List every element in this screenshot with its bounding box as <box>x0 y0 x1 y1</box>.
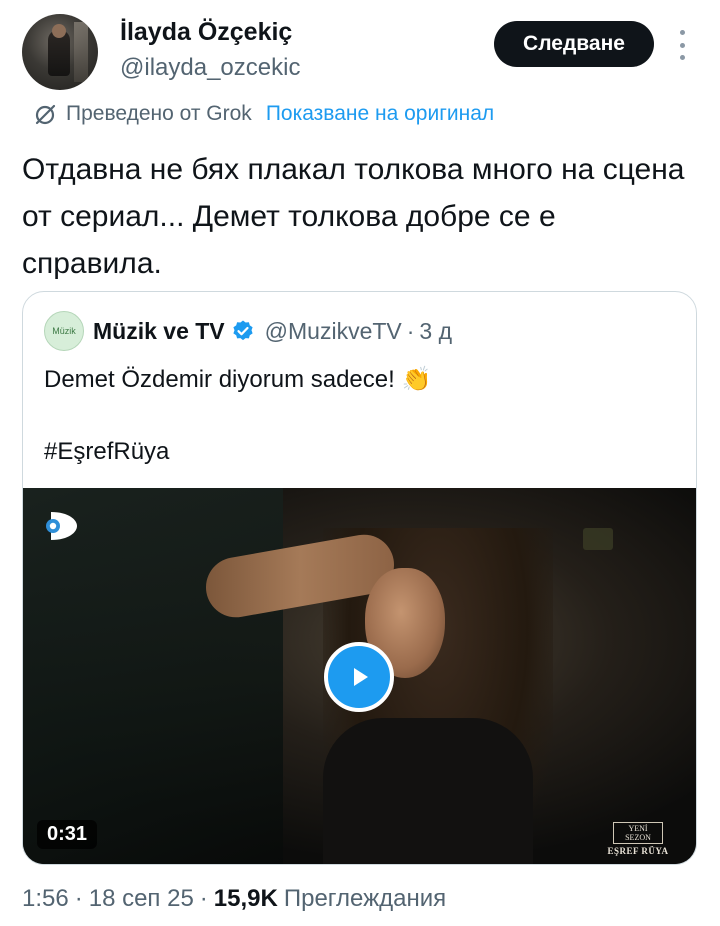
views-count[interactable]: 15,9K <box>214 885 278 913</box>
meta-separator: · <box>74 885 83 912</box>
follow-button[interactable]: Следване <box>494 21 654 67</box>
show-badge-line1: YENİ SEZON <box>613 822 663 844</box>
show-badge-line2: EŞREF RÜYA <box>607 846 669 856</box>
quoted-avatar[interactable]: Müzik <box>44 311 84 351</box>
quoted-handle[interactable]: @MuzikveTV <box>265 318 402 345</box>
quoted-time[interactable]: 3 д <box>419 318 452 345</box>
tweet-time[interactable]: 1:56 <box>22 885 69 913</box>
tweet-date[interactable]: 18 сеп 25 <box>89 885 194 913</box>
vertical-dots-icon[interactable] <box>676 30 688 60</box>
show-original-link[interactable]: Показване на оригинал <box>266 102 494 126</box>
tweet-page: İlayda Özçekiç @ilayda_ozcekic Следване … <box>0 0 720 926</box>
video-frame-window <box>23 488 283 864</box>
translation-row: Преведено от Grok Показване на оригинал <box>34 100 494 128</box>
quoted-avatar-label: Müzik <box>52 326 76 336</box>
channel-logo-icon <box>46 512 77 540</box>
quoted-header: Müzik ve TV @MuzikveTV · 3 д <box>93 316 452 346</box>
tweet-text: Отдавна не бях плакал толкова много на с… <box>22 153 693 280</box>
video-duration: 0:31 <box>37 820 98 849</box>
meta-separator: · <box>199 885 208 912</box>
author-display-name[interactable]: İlayda Özçekiç <box>120 18 292 47</box>
quoted-text-line: Demet Özdemir diyorum sadece! 👏 <box>44 362 664 398</box>
quoted-text: Demet Özdemir diyorum sadece! 👏 #EşrefRü… <box>44 362 664 470</box>
quoted-separator: · <box>406 317 415 344</box>
quoted-line1: Demet Özdemir diyorum sadece! <box>44 366 395 393</box>
avatar-background <box>74 22 88 82</box>
quoted-tweet-card[interactable]: Müzik Müzik ve TV @MuzikveTV · 3 д Demet… <box>22 291 697 865</box>
translated-by-label: Преведено от Grok <box>66 102 252 125</box>
verified-badge-icon <box>233 320 253 341</box>
quoted-display-name[interactable]: Müzik ve TV <box>93 318 225 345</box>
quoted-hashtag[interactable]: #EşrefRüya <box>44 434 664 470</box>
tweet-meta: 1:56 · 18 сеп 25 · 15,9K Преглеждания <box>22 882 446 916</box>
play-button[interactable] <box>324 642 394 712</box>
avatar-head <box>52 24 66 38</box>
author-avatar[interactable] <box>22 14 98 90</box>
video-frame-body <box>323 718 533 864</box>
show-logo-badge: YENİ SEZON EŞREF RÜYA <box>607 822 669 856</box>
play-icon <box>354 668 368 686</box>
translate-icon <box>35 104 56 125</box>
views-label[interactable]: Преглеждания <box>284 885 446 913</box>
clap-icon: 👏 <box>401 366 432 393</box>
quoted-text-gap <box>44 398 664 434</box>
video-frame-light <box>583 528 613 550</box>
video-player[interactable]: 0:31 YENİ SEZON EŞREF RÜYA <box>23 488 696 864</box>
author-handle[interactable]: @ilayda_ozcekic <box>120 54 300 82</box>
